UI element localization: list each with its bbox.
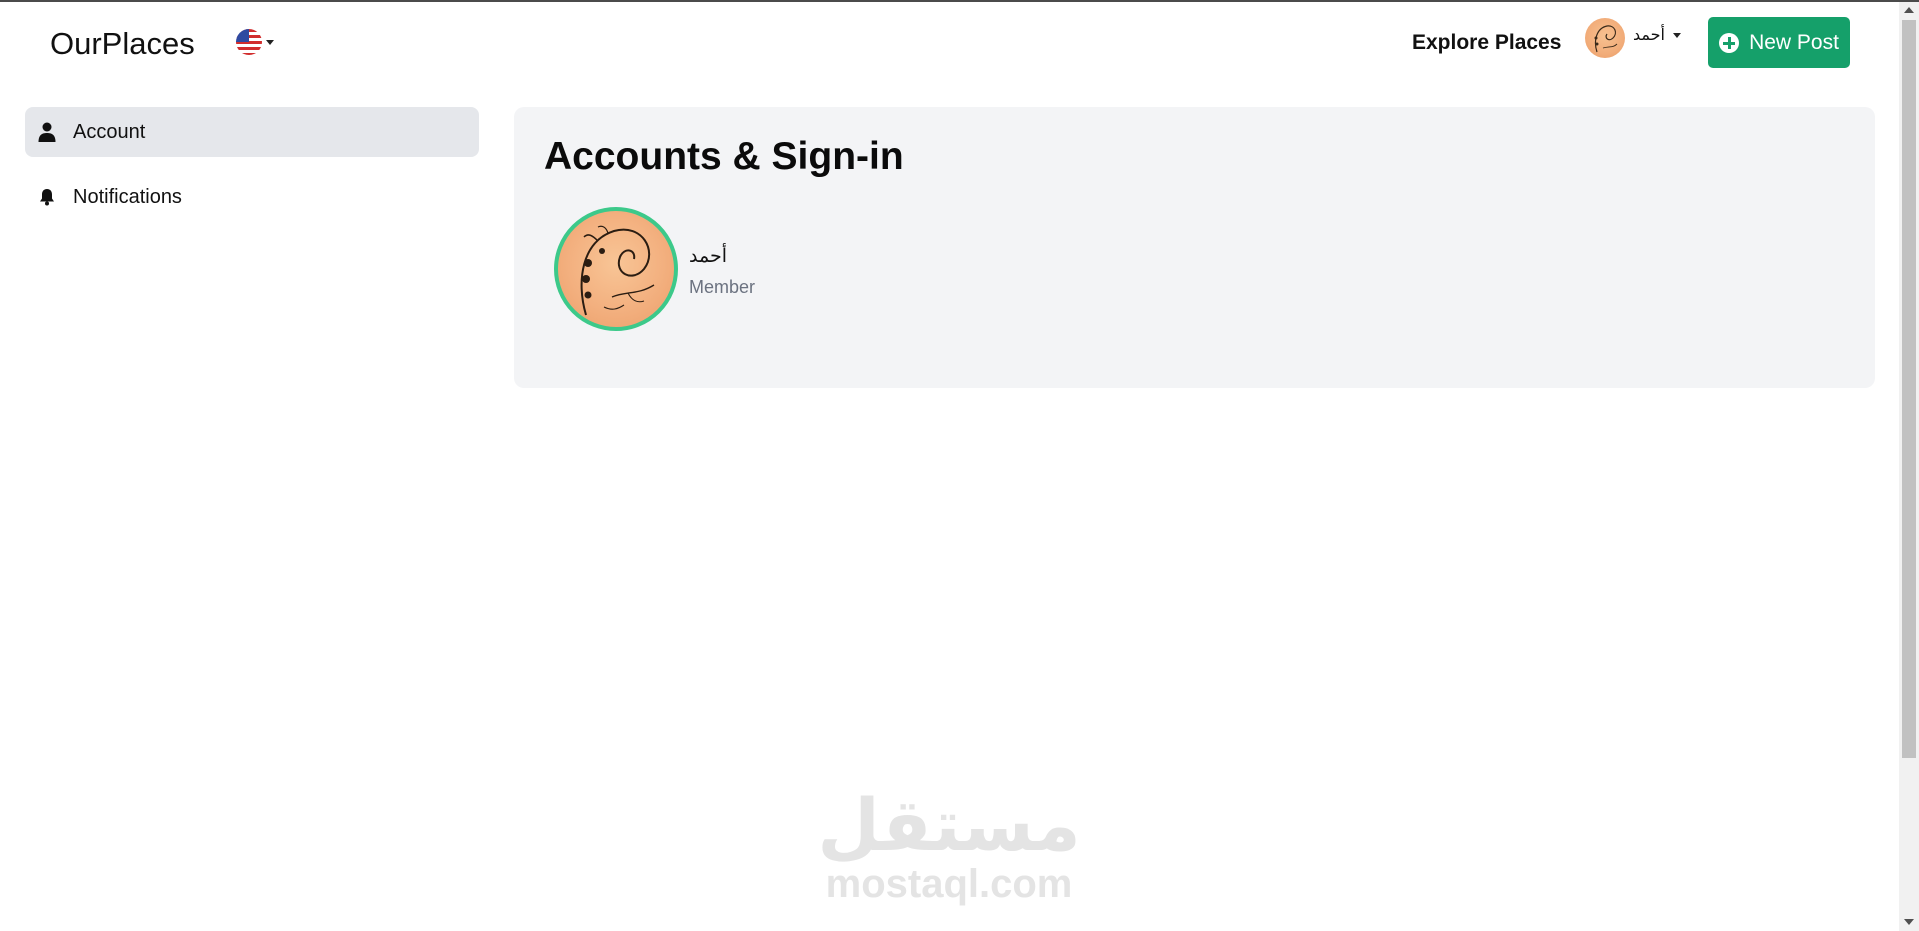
sidebar-item-label: Notifications — [73, 185, 182, 208]
watermark: مستقل mostaql.com — [0, 790, 1898, 906]
profile-role: Member — [689, 277, 756, 297]
scroll-thumb[interactable] — [1902, 20, 1916, 758]
account-panel: Accounts & Sign-in أحمد Member — [514, 107, 1875, 388]
new-post-button[interactable]: New Post — [1708, 17, 1850, 68]
sidebar-item-account[interactable]: Account — [25, 107, 479, 157]
new-post-label: New Post — [1749, 30, 1839, 54]
user-menu-dropdown[interactable]: أحمد — [1585, 18, 1681, 58]
avatar — [1585, 18, 1625, 58]
chevron-down-icon — [1672, 33, 1681, 38]
settings-sidebar: Account Notifications — [25, 107, 479, 222]
page-title: Accounts & Sign-in — [544, 135, 904, 178]
bell-icon — [37, 187, 57, 207]
profile-name: أحمد — [689, 246, 727, 267]
explore-places-link[interactable]: Explore Places — [1412, 31, 1561, 55]
scroll-down-arrow-icon[interactable] — [1904, 919, 1914, 925]
user-name: أحمد — [1633, 27, 1665, 44]
language-switcher[interactable] — [236, 29, 274, 55]
plus-circle-icon — [1719, 32, 1740, 53]
sidebar-item-label: Account — [73, 120, 146, 143]
watermark-english: mostaql.com — [825, 862, 1073, 906]
watermark-arabic: مستقل — [817, 786, 1081, 866]
top-navbar: OurPlaces Explore Places أحمد New Post — [0, 2, 1898, 82]
profile-avatar[interactable] — [554, 207, 678, 331]
user-icon — [37, 122, 57, 142]
chevron-down-icon — [266, 39, 274, 45]
us-flag-icon — [236, 29, 262, 55]
scroll-up-arrow-icon[interactable] — [1904, 7, 1914, 13]
vertical-scrollbar[interactable] — [1899, 2, 1919, 931]
sidebar-item-notifications[interactable]: Notifications — [25, 172, 479, 222]
brand-logo[interactable]: OurPlaces — [50, 26, 195, 62]
